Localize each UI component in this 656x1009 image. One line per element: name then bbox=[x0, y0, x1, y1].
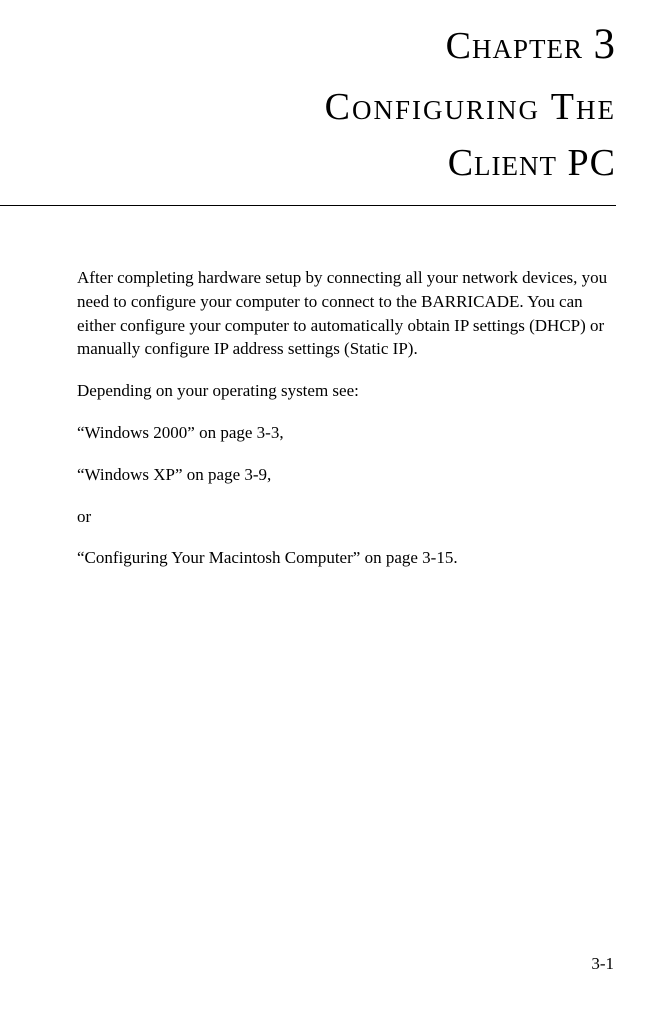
chapter-label: Chapter bbox=[446, 25, 583, 67]
header-rule bbox=[0, 205, 616, 206]
paragraph-win2000: “Windows 2000” on page 3-3, bbox=[77, 421, 616, 445]
paragraph-mac: “Configuring Your Macintosh Computer” on… bbox=[77, 546, 616, 570]
paragraph-os-intro: Depending on your operating system see: bbox=[77, 379, 616, 403]
paragraph-or: or bbox=[77, 505, 616, 529]
chapter-title-line1: Configuring The bbox=[77, 85, 616, 129]
page-container: Chapter 3 Configuring The Client PC Afte… bbox=[0, 0, 656, 1009]
page-number: 3-1 bbox=[591, 954, 614, 974]
chapter-title-line2: Client PC bbox=[77, 141, 616, 185]
chapter-num-value: 3 bbox=[594, 21, 617, 68]
paragraph-winxp: “Windows XP” on page 3-9, bbox=[77, 463, 616, 487]
chapter-number: Chapter 3 bbox=[77, 20, 616, 69]
paragraph-intro: After completing hardware setup by conne… bbox=[77, 266, 616, 361]
chapter-header: Chapter 3 Configuring The Client PC bbox=[77, 20, 616, 185]
